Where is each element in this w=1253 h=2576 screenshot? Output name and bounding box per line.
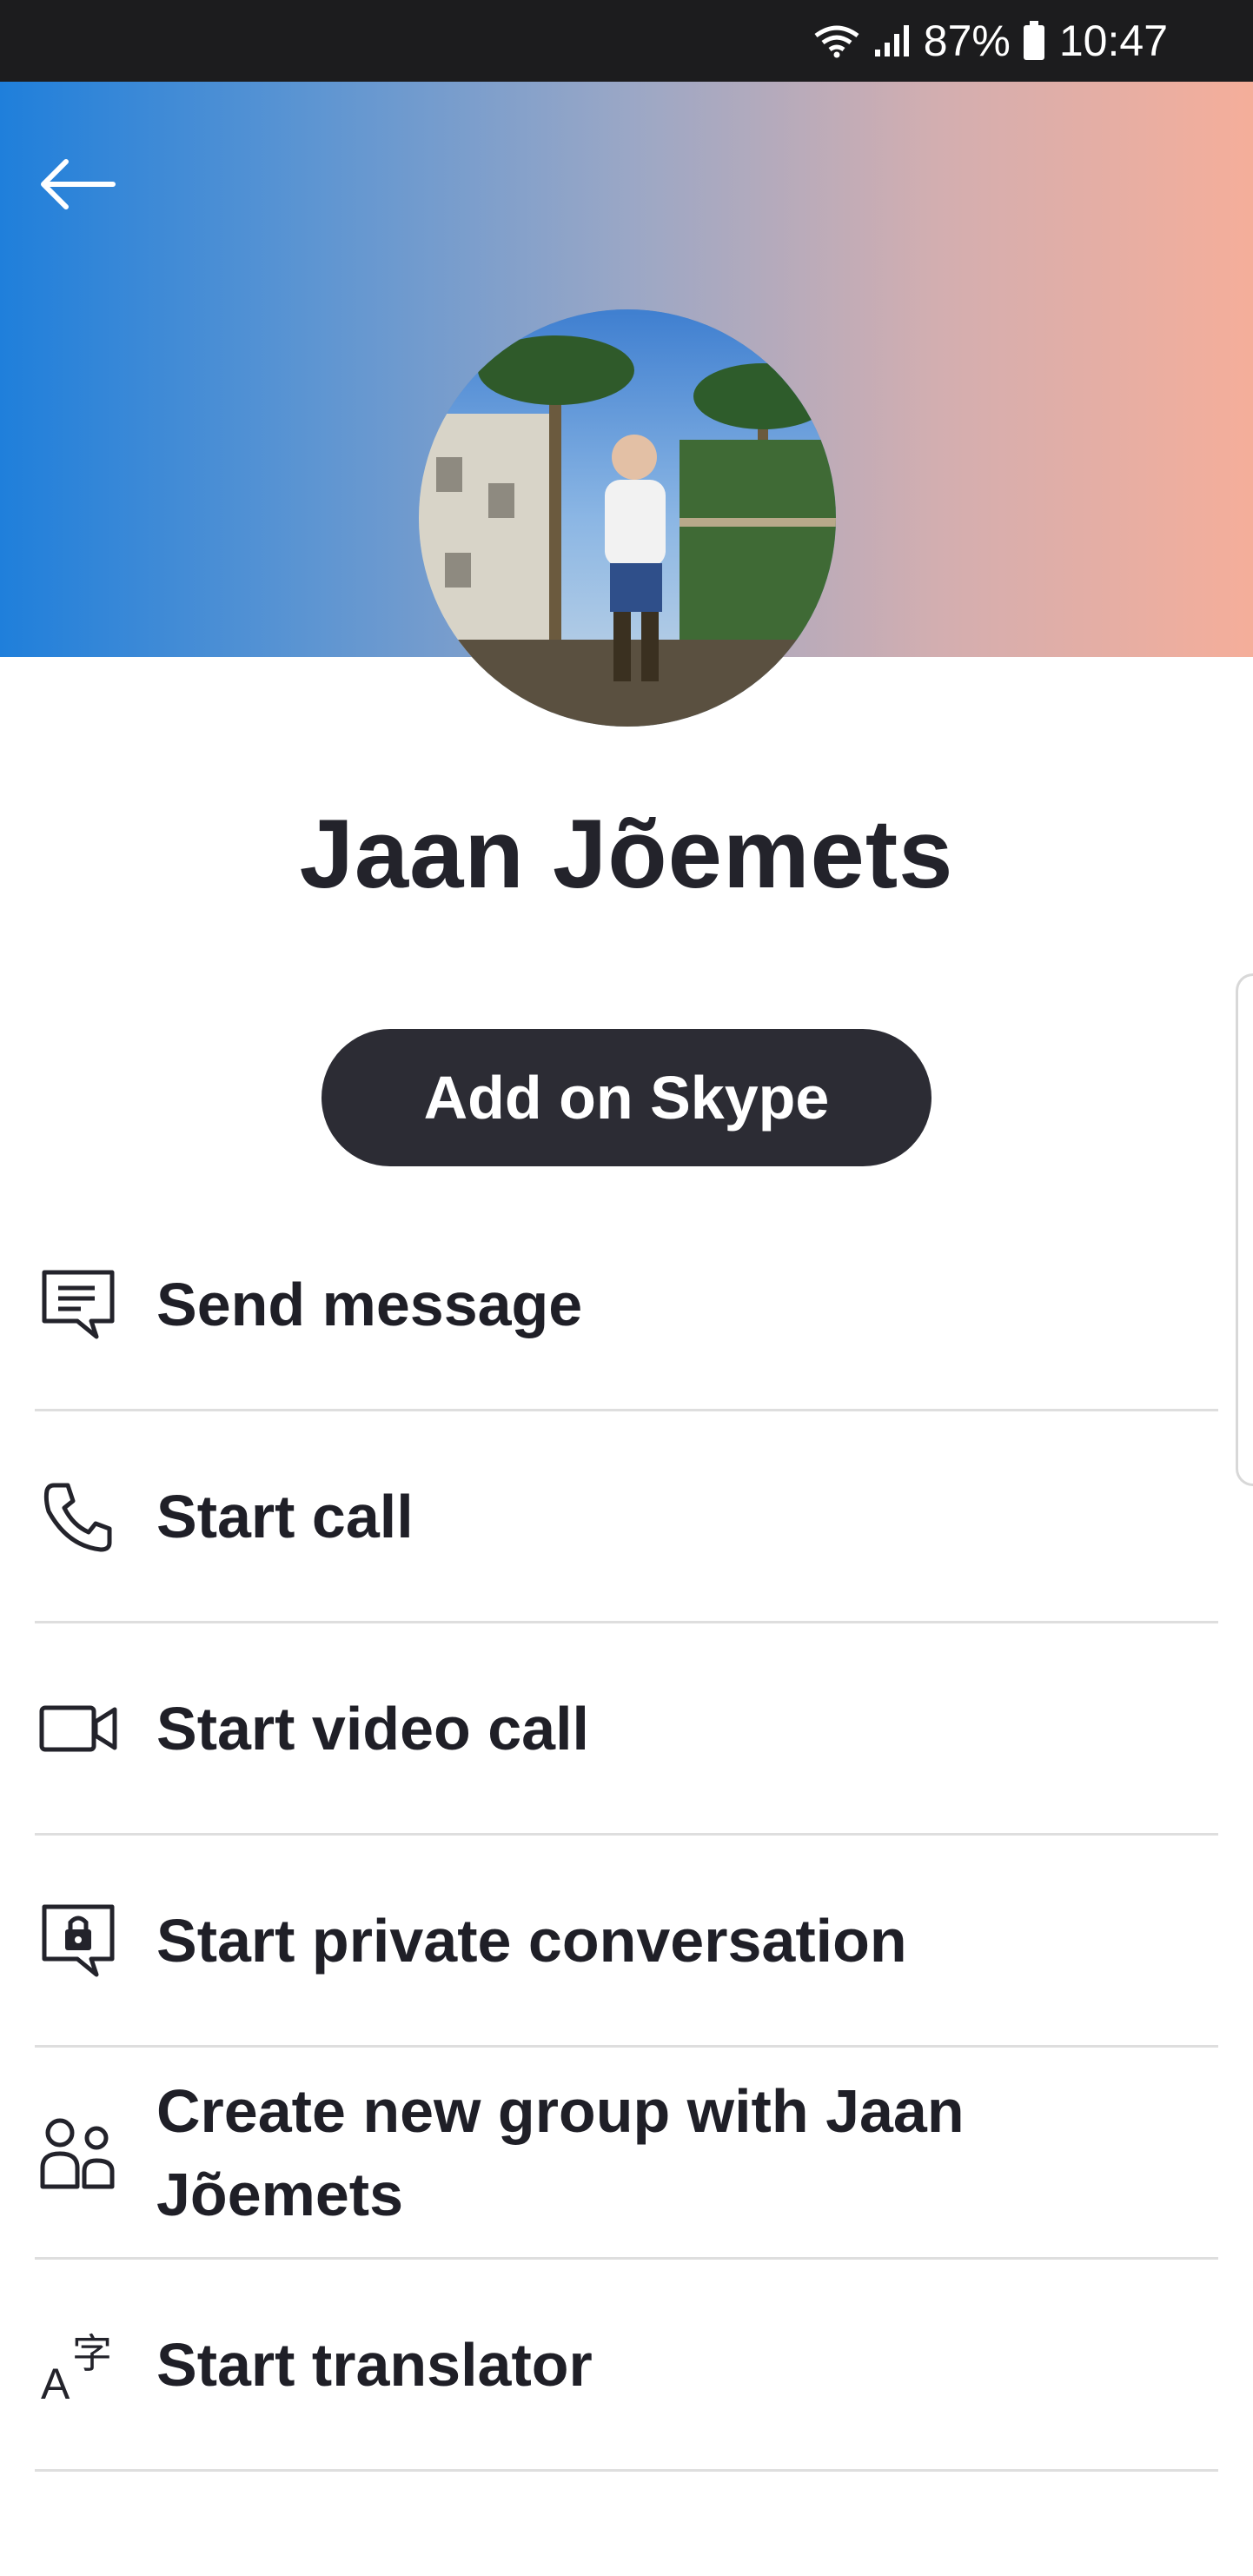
start-call-action[interactable]: Start call <box>35 1411 1218 1623</box>
action-label: Create new group with Jaan Jõemets <box>156 2076 965 2228</box>
lock-chat-icon <box>35 1897 122 1984</box>
start-video-call-action[interactable]: Start video call <box>35 1623 1218 1836</box>
clock: 10:47 <box>1058 17 1168 65</box>
signal-icon <box>873 23 912 58</box>
start-translator-action[interactable]: A 字 Start translator <box>35 2260 1218 2472</box>
wifi-icon <box>812 23 861 58</box>
create-new-group-action[interactable]: Create new group with Jaan Jõemets <box>35 2048 1218 2260</box>
group-icon <box>35 2109 122 2196</box>
action-label: Start private conversation <box>156 1906 907 1975</box>
scroll-indicator[interactable] <box>1236 973 1253 1486</box>
profile-screen: 87% 10:47 Jaan Jõemets Add on Skype Send… <box>0 0 1253 2576</box>
back-button[interactable] <box>31 139 122 229</box>
svg-text:字: 字 <box>72 2330 112 2377</box>
action-label: Start call <box>156 1482 414 1550</box>
svg-text:A: A <box>41 2360 70 2404</box>
translator-icon: A 字 <box>35 2321 122 2408</box>
phone-icon <box>35 1473 122 1560</box>
video-camera-icon <box>35 1685 122 1772</box>
action-label: Start video call <box>156 1694 589 1763</box>
action-list: Send message Start call Start video call <box>35 1199 1218 2472</box>
action-label: Start translator <box>156 2330 593 2399</box>
message-icon <box>35 1261 122 1348</box>
avatar[interactable] <box>419 309 836 727</box>
battery-icon <box>1023 21 1045 61</box>
status-bar: 87% 10:47 <box>0 0 1253 82</box>
action-label: Send message <box>156 1270 583 1338</box>
back-arrow-icon <box>41 159 116 209</box>
start-private-conversation-action[interactable]: Start private conversation <box>35 1836 1218 2048</box>
add-on-skype-button[interactable]: Add on Skype <box>322 1029 931 1166</box>
send-message-action[interactable]: Send message <box>35 1199 1218 1411</box>
battery-percent: 87% <box>923 17 1011 65</box>
profile-name: Jaan Jõemets <box>299 800 954 908</box>
